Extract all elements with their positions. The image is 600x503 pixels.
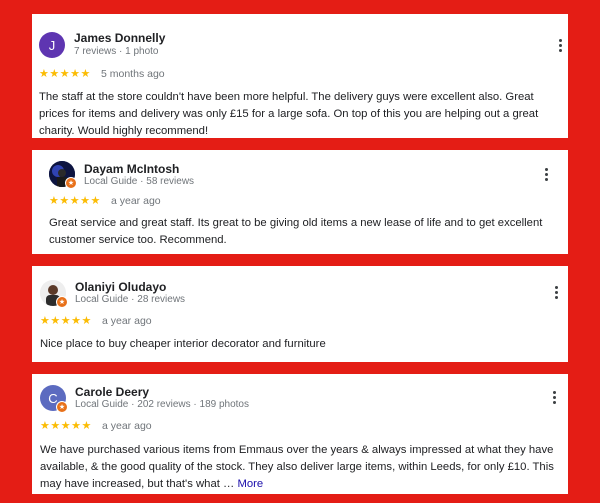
star-rating: ★★★★★ xyxy=(40,420,92,432)
review-card: C ★ Carole Deery Local Guide · 202 revie… xyxy=(32,374,568,494)
dot-icon xyxy=(552,390,556,394)
star-rating: ★★★★★ xyxy=(49,195,101,207)
review-card: ★ Dayam McIntosh Local Guide · 58 review… xyxy=(32,150,568,254)
more-options-button[interactable] xyxy=(550,283,562,301)
dot-icon xyxy=(554,290,558,294)
reviewer-meta: Local Guide · 28 reviews xyxy=(75,294,186,305)
review-text-content: We have purchased various items from Emm… xyxy=(40,444,554,490)
review-text: Nice place to buy cheaper interior decor… xyxy=(40,338,326,350)
more-options-button[interactable] xyxy=(554,36,566,54)
reviewer-name[interactable]: Olaniyi Oludayo xyxy=(75,280,166,294)
review-date: a year ago xyxy=(102,315,152,327)
avatar-letter: J xyxy=(48,37,56,53)
local-guide-badge-icon: ★ xyxy=(65,177,77,189)
local-guide-badge-icon: ★ xyxy=(56,401,68,413)
star-rating: ★★★★★ xyxy=(40,315,92,327)
review-date: 5 months ago xyxy=(101,68,165,80)
dot-icon xyxy=(544,172,548,176)
dot-icon xyxy=(558,38,562,42)
dot-icon xyxy=(544,177,548,181)
review-card: J James Donnelly 7 reviews · 1 photo ★★★… xyxy=(32,14,568,138)
local-guide-badge-icon: ★ xyxy=(56,296,68,308)
reviewer-meta: Local Guide · 202 reviews · 189 photos xyxy=(75,399,249,410)
read-more-link[interactable]: More xyxy=(237,478,263,490)
reviewer-name[interactable]: Carole Deery xyxy=(75,385,149,399)
review-date: a year ago xyxy=(102,420,152,432)
review-card: ★ Olaniyi Oludayo Local Guide · 28 revie… xyxy=(32,266,568,362)
review-text: The staff at the store couldn't have bee… xyxy=(39,91,539,137)
avatar[interactable]: ★ xyxy=(49,161,77,189)
dot-icon xyxy=(554,295,558,299)
dot-icon xyxy=(552,400,556,404)
reviewer-name[interactable]: James Donnelly xyxy=(74,31,165,45)
avatar[interactable]: ★ xyxy=(40,280,68,308)
review-date: a year ago xyxy=(111,195,161,207)
dot-icon xyxy=(544,167,548,171)
more-options-button[interactable] xyxy=(548,388,560,406)
dot-icon xyxy=(558,43,562,47)
dot-icon xyxy=(554,285,558,289)
avatar[interactable]: C ★ xyxy=(40,385,68,413)
more-options-button[interactable] xyxy=(540,165,552,183)
reviewer-meta: Local Guide · 58 reviews xyxy=(84,176,195,187)
avatar[interactable]: J xyxy=(39,32,65,58)
reviewer-name[interactable]: Dayam McIntosh xyxy=(84,162,179,176)
dot-icon xyxy=(558,48,562,52)
dot-icon xyxy=(552,395,556,399)
review-text: Great service and great staff. Its great… xyxy=(49,217,543,246)
star-rating: ★★★★★ xyxy=(39,68,91,80)
reviewer-meta: 7 reviews · 1 photo xyxy=(74,46,159,57)
review-text: We have purchased various items from Emm… xyxy=(40,442,560,493)
